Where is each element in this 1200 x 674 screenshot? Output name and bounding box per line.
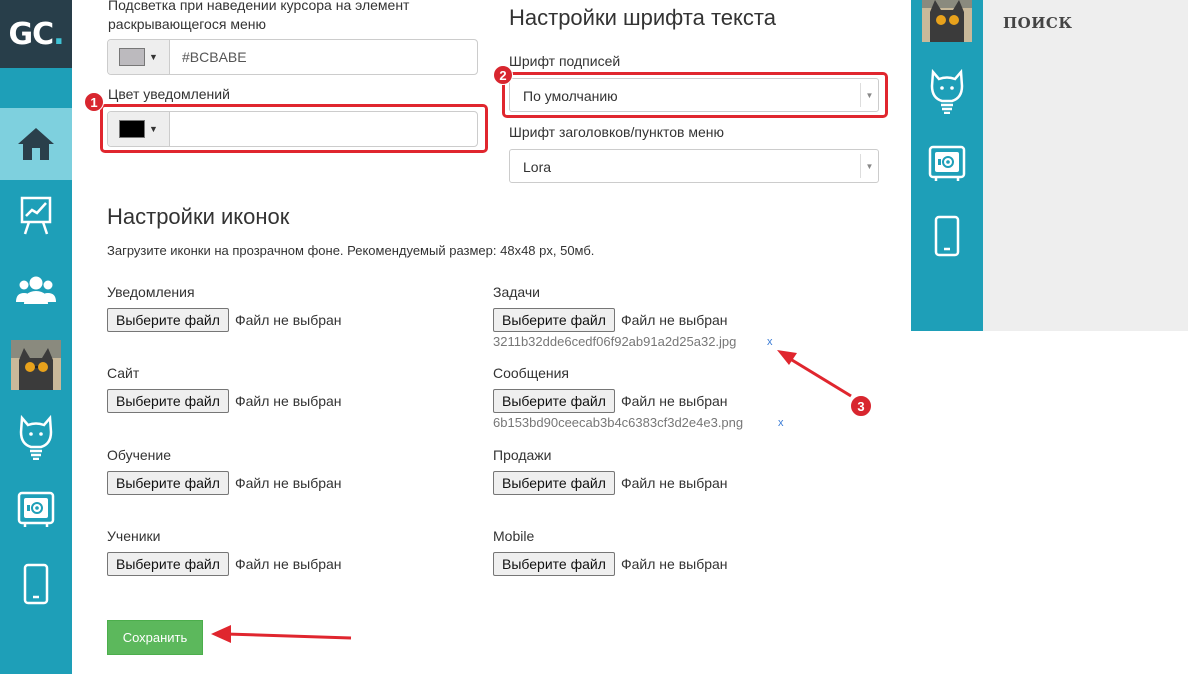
arrow-to-save-button [211,625,352,643]
icon-upload-hint: Загрузите иконки на прозрачном фоне. Рек… [107,243,595,258]
file-status-notifications: Файл не выбран [235,312,342,328]
right-bar-mobile[interactable] [911,214,983,258]
annotation-badge-3: 3 [850,395,872,417]
mobile-icon [23,563,49,605]
upload-label-learning: Обучение [107,447,172,463]
right-bar-profile[interactable] [911,0,983,42]
upload-label-mobile: Mobile [493,528,535,544]
highlight-box-captions-font [502,72,888,118]
sidebar-item-mobile[interactable] [0,548,72,620]
choose-file-button-notifications[interactable]: Выберите файл [107,308,229,332]
choose-file-button-messages[interactable]: Выберите файл [493,389,615,413]
notify-color-label: Цвет уведомлений [108,86,230,102]
hover-color-picker[interactable]: ▼ [108,40,170,74]
choose-file-button-sales[interactable]: Выберите файл [493,471,615,495]
logo-text: GC. [8,16,64,52]
arrow-to-remove-file [777,350,852,398]
captions-font-label: Шрифт подписей [509,53,621,69]
choose-file-button-learning[interactable]: Выберите файл [107,471,229,495]
icon-settings-heading: Настройки иконок [107,204,290,229]
file-status-site: Файл не выбран [235,393,342,409]
chevron-down-icon: ▼ [860,154,878,178]
sidebar-item-ideas[interactable] [0,400,72,472]
search-label[interactable]: ПОИСК [1003,14,1073,32]
avatar [922,0,972,42]
safe-icon [928,145,966,181]
upload-label-sales: Продажи [493,447,552,463]
logo[interactable]: GC. [0,0,72,68]
hover-color-value[interactable]: #BCBABE [170,40,247,74]
headers-font-select[interactable]: Lora ▼ [509,149,879,183]
sidebar-item-safe[interactable] [0,474,72,546]
highlight-box-notify-color [100,104,488,153]
hover-color-label: Подсветка при наведении курсора на элеме… [108,0,410,32]
sidebar-item-analytics[interactable] [0,180,72,252]
upload-label-students: Ученики [107,528,161,544]
right-panel [983,0,1188,331]
upload-label-notifications: Уведомления [107,284,195,300]
file-status-students: Файл не выбран [235,556,342,572]
remove-file-messages[interactable]: x [778,417,784,429]
choose-file-button-tasks[interactable]: Выберите файл [493,308,615,332]
sidebar-item-users[interactable] [0,254,72,326]
avatar [11,340,61,390]
choose-file-button-mobile[interactable]: Выберите файл [493,552,615,576]
upload-label-messages: Сообщения [493,365,569,381]
file-status-mobile: Файл не выбран [621,556,728,572]
chart-board-icon [20,196,52,235]
home-icon [18,128,54,160]
remove-file-tasks[interactable]: x [767,336,773,348]
chevron-down-icon: ▼ [149,52,158,62]
upload-label-tasks: Задачи [493,284,541,300]
right-bar-safe[interactable] [911,143,983,185]
font-settings-heading: Настройки шрифта текста [509,5,776,30]
cat-lightbulb-icon [930,68,964,114]
hover-color-swatch [119,48,146,66]
uploaded-file-messages: 6b153bd90ceecab3b4c6383cf3d2e4e3.png [493,415,744,430]
mobile-icon [934,215,960,257]
annotation-badge-1: 1 [84,92,104,112]
annotation-badge-2: 2 [493,65,513,85]
file-status-sales: Файл не выбран [621,475,728,491]
uploaded-file-tasks: 3211b32dde6cedf06f92ab91a2d25a32.jpg [493,334,737,349]
left-sidebar: GC. [0,0,72,674]
hover-color-input[interactable]: ▼ #BCBABE [107,39,478,75]
headers-font-label: Шрифт заголовков/пунктов меню [509,124,724,140]
users-icon [16,276,56,304]
file-status-learning: Файл не выбран [235,475,342,491]
choose-file-button-students[interactable]: Выберите файл [107,552,229,576]
sidebar-item-profile[interactable] [0,340,72,390]
sidebar-item-home[interactable] [0,108,72,180]
save-button[interactable]: Сохранить [107,620,203,655]
cat-lightbulb-icon [19,414,53,460]
right-bar-ideas[interactable] [911,62,983,118]
choose-file-button-site[interactable]: Выберите файл [107,389,229,413]
upload-label-site: Сайт [107,365,140,381]
safe-icon [17,491,55,527]
file-status-messages: Файл не выбран [621,393,728,409]
file-status-tasks: Файл не выбран [621,312,728,328]
headers-font-value: Lora [523,159,552,175]
